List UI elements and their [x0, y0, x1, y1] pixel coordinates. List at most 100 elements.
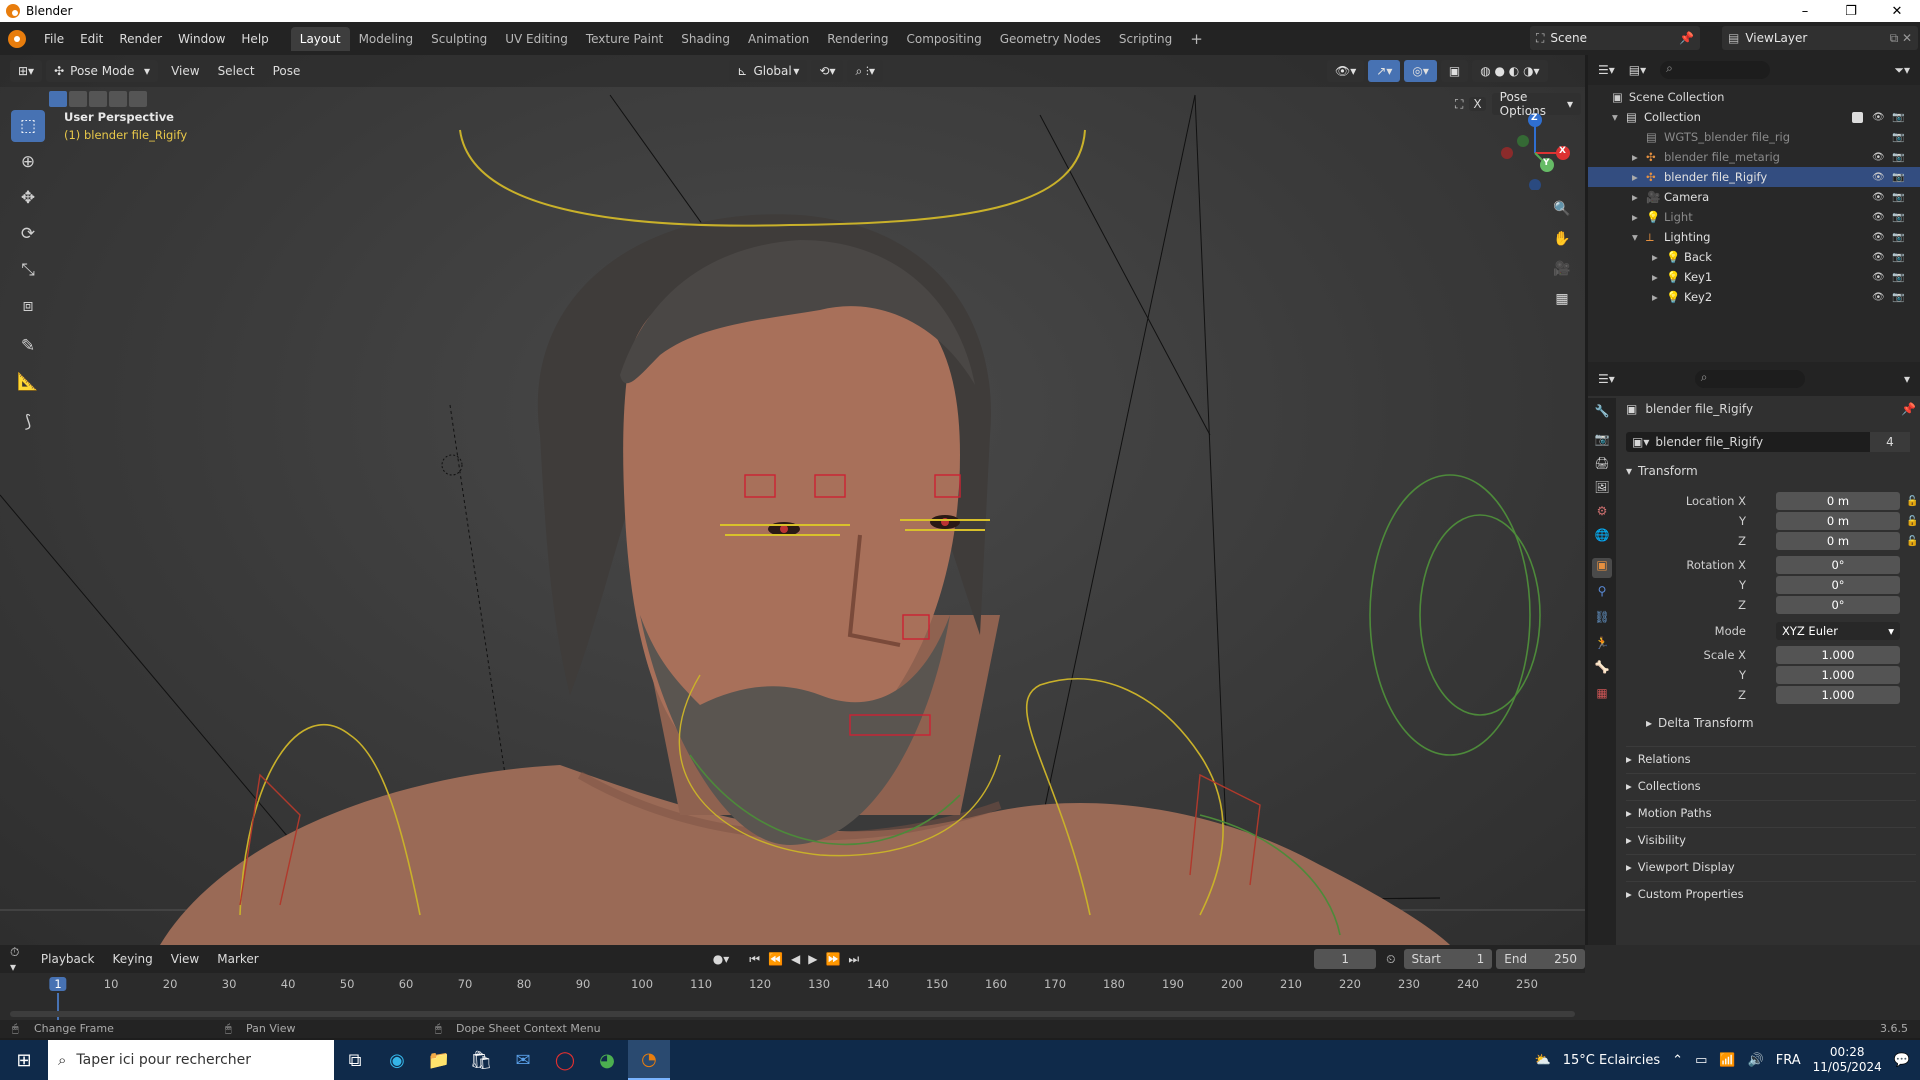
tab-rendering[interactable]: Rendering: [818, 27, 897, 51]
location-z-field[interactable]: 0 m: [1776, 532, 1900, 550]
language-indicator[interactable]: FRA: [1776, 1053, 1801, 1068]
task-view-icon[interactable]: ⧉: [334, 1040, 376, 1080]
visibility-eye-icon[interactable]: 👁: [1872, 212, 1885, 223]
clock[interactable]: 00:28 11/05/2024: [1813, 1045, 1882, 1075]
edge-browser-icon[interactable]: ◉: [376, 1040, 418, 1080]
visibility-eye-icon[interactable]: 👁: [1872, 172, 1885, 183]
rotation-x-field[interactable]: 0°: [1776, 556, 1900, 574]
pan-hand-icon[interactable]: ✋: [1548, 225, 1576, 253]
display-mode-icon[interactable]: ▤▾: [1629, 63, 1646, 77]
navigation-gizmo[interactable]: Z X Y: [1495, 110, 1575, 191]
volume-icon[interactable]: 🔊: [1748, 1053, 1764, 1068]
render-camera-icon[interactable]: 📷: [1892, 192, 1904, 203]
record-icon[interactable]: ●▾: [713, 952, 730, 966]
close-button[interactable]: ✕: [1874, 4, 1920, 19]
tab-uv-editing[interactable]: UV Editing: [496, 27, 577, 51]
add-workspace-button[interactable]: +: [1181, 25, 1212, 53]
properties-search-input[interactable]: ⌕: [1694, 370, 1805, 388]
mirror-x-toggle[interactable]: X: [1469, 97, 1486, 111]
visibility-eye-icon[interactable]: 👁: [1872, 252, 1885, 263]
location-y-field[interactable]: 0 m: [1776, 512, 1900, 530]
tab-compositing[interactable]: Compositing: [897, 27, 990, 51]
object-datablock-field[interactable]: ▣▾ blender file_Rigify 4: [1626, 432, 1910, 452]
select-new-icon[interactable]: [49, 91, 67, 107]
tab-geometry-nodes[interactable]: Geometry Nodes: [991, 27, 1110, 51]
store-icon[interactable]: 🛍: [460, 1040, 502, 1080]
prev-keyframe-icon[interactable]: ⏪: [768, 952, 783, 966]
outliner-row[interactable]: ▸ 💡 Back 👁 📷: [1588, 247, 1920, 267]
render-camera-icon[interactable]: 📷: [1892, 152, 1904, 163]
expand-arrow-icon[interactable]: ▸: [1632, 210, 1644, 224]
camera-view-icon[interactable]: 🎥: [1548, 255, 1576, 283]
minimize-button[interactable]: –: [1782, 4, 1828, 19]
texture-tab-icon[interactable]: ▦: [1592, 686, 1612, 706]
expand-arrow-icon[interactable]: ▸: [1632, 190, 1644, 204]
outliner-row[interactable]: ▾ ⟂ Lighting 👁 📷: [1588, 227, 1920, 247]
expand-arrow-icon[interactable]: ▸: [1652, 250, 1664, 264]
measure-tool-icon[interactable]: 📐: [11, 366, 45, 398]
weather-text[interactable]: 15°C Eclaircies: [1563, 1053, 1660, 1068]
render-camera-icon[interactable]: 📷: [1892, 252, 1904, 263]
render-camera-icon[interactable]: 📷: [1892, 132, 1904, 143]
scale-z-field[interactable]: 1.000: [1776, 686, 1900, 704]
scale-y-field[interactable]: 1.000: [1776, 666, 1900, 684]
menu-render[interactable]: Render: [111, 32, 170, 46]
move-tool-icon[interactable]: ✥: [11, 182, 45, 214]
output-tab-icon[interactable]: 🖨: [1592, 456, 1612, 476]
ortho-grid-icon[interactable]: ▦: [1548, 285, 1576, 313]
network-icon[interactable]: 📶: [1719, 1053, 1735, 1068]
tab-shading[interactable]: Shading: [672, 27, 739, 51]
select-subtract-icon[interactable]: [89, 91, 107, 107]
play-icon[interactable]: ▶: [808, 952, 817, 966]
timeline-ruler[interactable]: 1 10 20 30 40 50 60 70 80 90 100 110 120 130 140 150 160…: [0, 973, 1585, 1023]
object-tab-icon[interactable]: ▣: [1592, 558, 1612, 578]
expand-arrow-icon[interactable]: ▾: [1612, 110, 1624, 124]
menu-window[interactable]: Window: [170, 32, 233, 46]
chrome-icon[interactable]: ◕: [586, 1040, 628, 1080]
menu-view[interactable]: View: [162, 64, 208, 78]
tool-tab-icon[interactable]: 🔧: [1592, 404, 1612, 424]
opera-icon[interactable]: ◯: [544, 1040, 586, 1080]
menu-timeline-view[interactable]: View: [162, 952, 208, 966]
menu-edit[interactable]: Edit: [72, 32, 111, 46]
3d-viewport[interactable]: ⊞▾ ✣ Pose Mode ▾ View Select Pose ⊾ Glob…: [0, 55, 1585, 945]
filter-icon[interactable]: ⏷▾: [1894, 63, 1910, 78]
bone-tool-icon[interactable]: ⟆: [11, 406, 45, 438]
preview-range-icon[interactable]: ⏲: [1386, 952, 1395, 967]
scale-x-field[interactable]: 1.000: [1776, 646, 1900, 664]
modifier-tab-icon[interactable]: ⚲: [1592, 584, 1612, 604]
select-invert-icon[interactable]: [109, 91, 127, 107]
pivot-point-button[interactable]: ⟲▾: [811, 60, 844, 82]
scene-selector[interactable]: ⛶ Scene 📌: [1530, 26, 1700, 50]
current-frame-field[interactable]: 1: [1314, 949, 1377, 969]
visibility-button[interactable]: 👁▾: [1327, 60, 1365, 82]
end-frame-field[interactable]: End 250: [1496, 949, 1585, 969]
chevron-up-icon[interactable]: ⌃: [1672, 1053, 1683, 1068]
panel-visibility[interactable]: ▸ Visibility: [1626, 827, 1916, 851]
mail-icon[interactable]: ✉: [502, 1040, 544, 1080]
expand-arrow-icon[interactable]: ▸: [1652, 290, 1664, 304]
visibility-eye-icon[interactable]: 👁: [1872, 192, 1885, 203]
timeline-editor-type-icon[interactable]: ⏱▾: [10, 945, 22, 974]
expand-arrow-icon[interactable]: ▸: [1632, 170, 1644, 184]
options-chevron-icon[interactable]: ▾: [1904, 372, 1910, 386]
timeline-scrollbar[interactable]: [10, 1011, 1575, 1017]
transform-panel-header[interactable]: ▾ Transform: [1626, 464, 1698, 478]
constraint-tab-icon[interactable]: ⛓: [1592, 610, 1612, 630]
menu-help[interactable]: Help: [233, 32, 276, 46]
object-name-input[interactable]: blender file_Rigify: [1655, 435, 1763, 449]
start-frame-field[interactable]: Start 1: [1403, 949, 1493, 969]
shading-modes[interactable]: ◍ ● ◐ ◑▾: [1472, 60, 1548, 82]
overlay-toggle-button[interactable]: ◎▾: [1404, 60, 1437, 82]
xray-button[interactable]: ▣: [1440, 60, 1469, 82]
exclude-checkbox[interactable]: [1852, 111, 1863, 123]
outliner-row[interactable]: ▾ ▤ Collection 👁 📷: [1588, 107, 1920, 127]
view-layer-tab-icon[interactable]: 🖼: [1592, 480, 1612, 500]
visibility-eye-icon[interactable]: 👁: [1872, 112, 1885, 123]
panel-custom-properties[interactable]: ▸ Custom Properties: [1626, 881, 1916, 905]
file-explorer-icon[interactable]: 📁: [418, 1040, 460, 1080]
menu-marker[interactable]: Marker: [208, 952, 267, 966]
tab-layout[interactable]: Layout: [290, 26, 350, 51]
editor-type-button[interactable]: ⊞▾: [10, 60, 43, 82]
windows-start-icon[interactable]: ⊞: [0, 1040, 48, 1080]
